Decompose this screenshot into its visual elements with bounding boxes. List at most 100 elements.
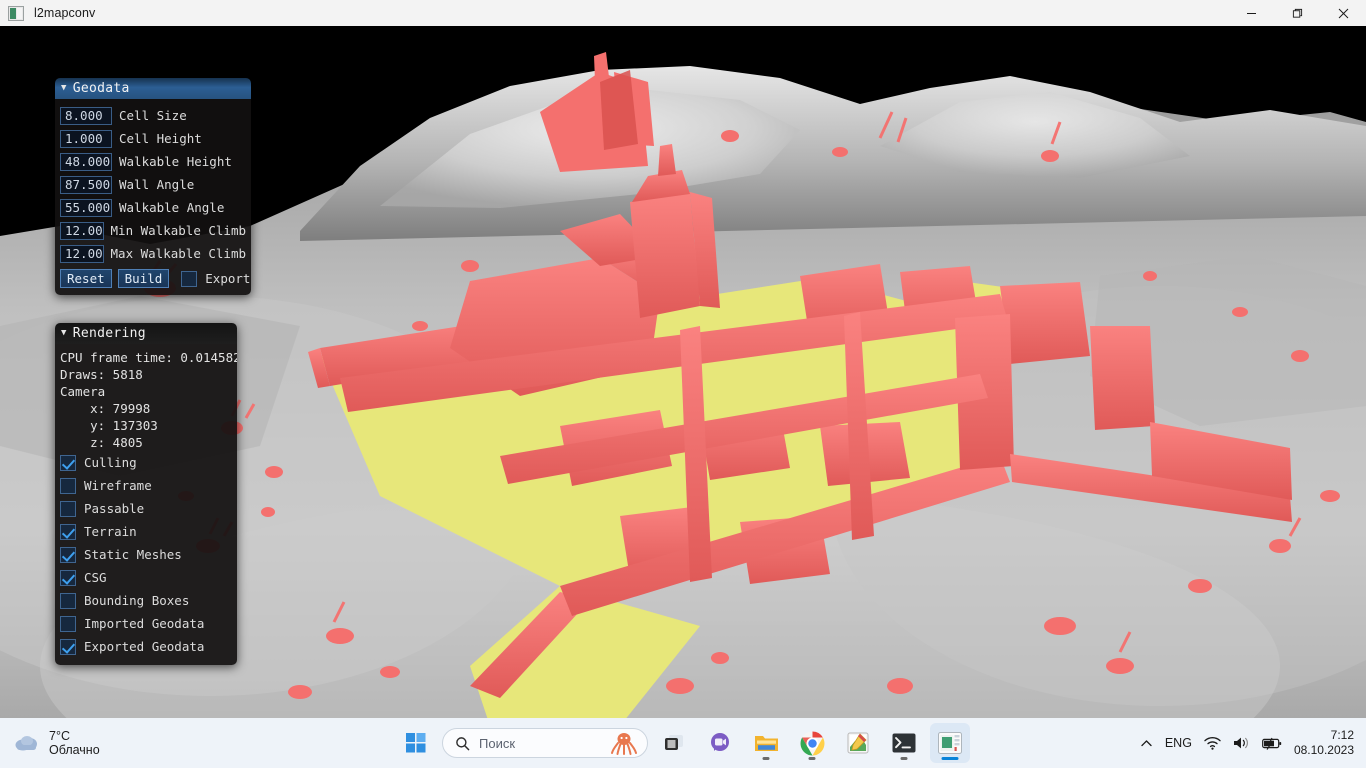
imported-geodata-checkbox[interactable] — [60, 615, 76, 632]
imported-geodata-label: Imported Geodata — [84, 616, 205, 631]
rendering-panel-header[interactable]: ▼ Rendering — [55, 323, 237, 344]
toggle-culling[interactable]: Culling — [60, 451, 232, 474]
file-explorer-icon — [754, 736, 778, 751]
build-button[interactable]: Build — [117, 269, 170, 288]
max-walkable-climb-label: Max Walkable Climb — [110, 246, 246, 261]
tray-overflow-button[interactable] — [1140, 737, 1153, 750]
csg-checkbox[interactable] — [60, 569, 76, 586]
terrain-checkbox[interactable] — [60, 523, 76, 540]
weather-widget[interactable]: 7°C Облачно — [14, 729, 100, 758]
cell-height-label: Cell Height — [119, 131, 202, 146]
toggle-terrain[interactable]: Terrain — [60, 520, 232, 543]
search-placeholder: Поиск — [479, 735, 516, 751]
l2mapconv-button[interactable] — [930, 723, 970, 763]
walkable-height-input[interactable]: 48.000 — [60, 152, 112, 171]
toggle-exported-geodata[interactable]: Exported Geodata — [60, 635, 232, 658]
taskbar-date: 08.10.2023 — [1293, 743, 1354, 757]
walkable-angle-label: Walkable Angle — [119, 200, 225, 215]
toggle-wireframe[interactable]: Wireframe — [60, 474, 232, 497]
reset-button[interactable]: Reset — [60, 269, 112, 288]
window-title: l2mapconv — [34, 6, 96, 20]
taskbar-center-group: Поиск — [396, 723, 970, 763]
wall-angle-label: Wall Angle — [119, 177, 195, 192]
terminal-button[interactable] — [884, 723, 924, 763]
field-walkable-height: 48.000 Walkable Height — [60, 150, 246, 173]
maximize-button[interactable] — [1274, 0, 1320, 26]
wall-angle-input[interactable]: 87.500 — [60, 175, 112, 194]
chrome-icon — [799, 730, 825, 756]
toggle-imported-geodata[interactable]: Imported Geodata — [60, 612, 232, 635]
application-window: l2mapconv ▼ Geodata 8.000 Cell Size 1.00… — [0, 0, 1366, 768]
walkable-angle-input[interactable]: 55.000 — [60, 198, 112, 217]
app-icon — [8, 5, 24, 21]
cell-height-input[interactable]: 1.000 — [60, 129, 112, 148]
minimize-button[interactable] — [1228, 0, 1274, 26]
bounding-boxes-label: Bounding Boxes — [84, 593, 190, 608]
toggle-static-meshes[interactable]: Static Meshes — [60, 543, 232, 566]
export-toggle[interactable]: Export — [181, 270, 250, 287]
clock-and-date[interactable]: 7:12 08.10.2023 — [1294, 728, 1354, 758]
cpu-frame-time-stat: CPU frame time: 0.014582 — [60, 350, 237, 365]
image-editor-icon — [847, 732, 869, 754]
battery-button[interactable] — [1262, 737, 1282, 750]
wireframe-label: Wireframe — [84, 478, 152, 493]
collapse-triangle-icon[interactable]: ▼ — [61, 84, 67, 93]
field-cell-height: 1.000 Cell Height — [60, 127, 246, 150]
wifi-button[interactable] — [1204, 736, 1221, 750]
window-controls — [1228, 0, 1366, 26]
geodata-panel-header[interactable]: ▼ Geodata — [55, 78, 251, 99]
volume-button[interactable] — [1233, 736, 1250, 750]
geodata-panel-body: 8.000 Cell Size 1.000 Cell Height 48.000… — [55, 99, 251, 295]
start-button[interactable] — [396, 723, 436, 763]
wireframe-checkbox[interactable] — [60, 477, 76, 494]
culling-label: Culling — [84, 455, 137, 470]
battery-icon — [1262, 737, 1282, 750]
camera-z-stat: z: 4805 — [60, 435, 143, 450]
walkable-height-label: Walkable Height — [119, 154, 232, 169]
toggle-passable[interactable]: Passable — [60, 497, 232, 520]
windows-taskbar: 7°C Облачно Поиск ENG 7:12 08.10.2023 — [0, 718, 1366, 768]
rendering-panel: ▼ Rendering CPU frame time: 0.014582 Dra… — [55, 323, 237, 665]
file-explorer-button[interactable] — [746, 723, 786, 763]
windows-logo-icon — [406, 733, 426, 753]
min-walkable-climb-input[interactable]: 12.000 — [60, 221, 104, 240]
toggle-bounding-boxes[interactable]: Bounding Boxes — [60, 589, 232, 612]
collapse-triangle-icon[interactable]: ▼ — [61, 329, 67, 338]
camera-y-stat: y: 137303 — [60, 418, 158, 433]
image-editor-button[interactable] — [838, 723, 878, 763]
task-view-button[interactable] — [654, 723, 694, 763]
wifi-icon — [1204, 736, 1221, 750]
cell-size-input[interactable]: 8.000 — [60, 106, 112, 125]
chat-button[interactable] — [700, 723, 740, 763]
terrain-label: Terrain — [84, 524, 137, 539]
toggle-csg[interactable]: CSG — [60, 566, 232, 589]
cell-size-label: Cell Size — [119, 108, 187, 123]
passable-checkbox[interactable] — [60, 500, 76, 517]
field-cell-size: 8.000 Cell Size — [60, 104, 246, 127]
task-view-icon — [665, 735, 683, 750]
field-max-walkable-climb: 12.000 Max Walkable Climb — [60, 242, 246, 265]
bounding-boxes-checkbox[interactable] — [60, 592, 76, 609]
language-indicator[interactable]: ENG — [1165, 736, 1192, 750]
search-box[interactable]: Поиск — [442, 728, 648, 758]
close-button[interactable] — [1320, 0, 1366, 26]
search-icon — [456, 736, 470, 750]
exported-geodata-label: Exported Geodata — [84, 639, 205, 654]
octopus-icon — [611, 733, 637, 755]
rendering-panel-body: CPU frame time: 0.014582 Draws: 5818 Cam… — [55, 344, 237, 665]
field-min-walkable-climb: 12.000 Min Walkable Climb — [60, 219, 246, 242]
geodata-panel: ▼ Geodata 8.000 Cell Size 1.000 Cell Hei… — [55, 78, 251, 295]
field-walkable-angle: 55.000 Walkable Angle — [60, 196, 246, 219]
exported-geodata-checkbox[interactable] — [60, 638, 76, 655]
google-chrome-button[interactable] — [792, 723, 832, 763]
max-walkable-climb-input[interactable]: 12.000 — [60, 244, 104, 263]
3d-viewport[interactable]: ▼ Geodata 8.000 Cell Size 1.000 Cell Hei… — [0, 26, 1366, 718]
taskbar-time: 7:12 — [1330, 728, 1354, 742]
weather-condition: Облачно — [49, 743, 100, 757]
csg-label: CSG — [84, 570, 107, 585]
culling-checkbox[interactable] — [60, 454, 76, 471]
title-bar: l2mapconv — [0, 0, 1366, 26]
export-checkbox[interactable] — [181, 270, 198, 287]
chat-video-icon — [711, 733, 729, 751]
static-meshes-checkbox[interactable] — [60, 546, 76, 563]
